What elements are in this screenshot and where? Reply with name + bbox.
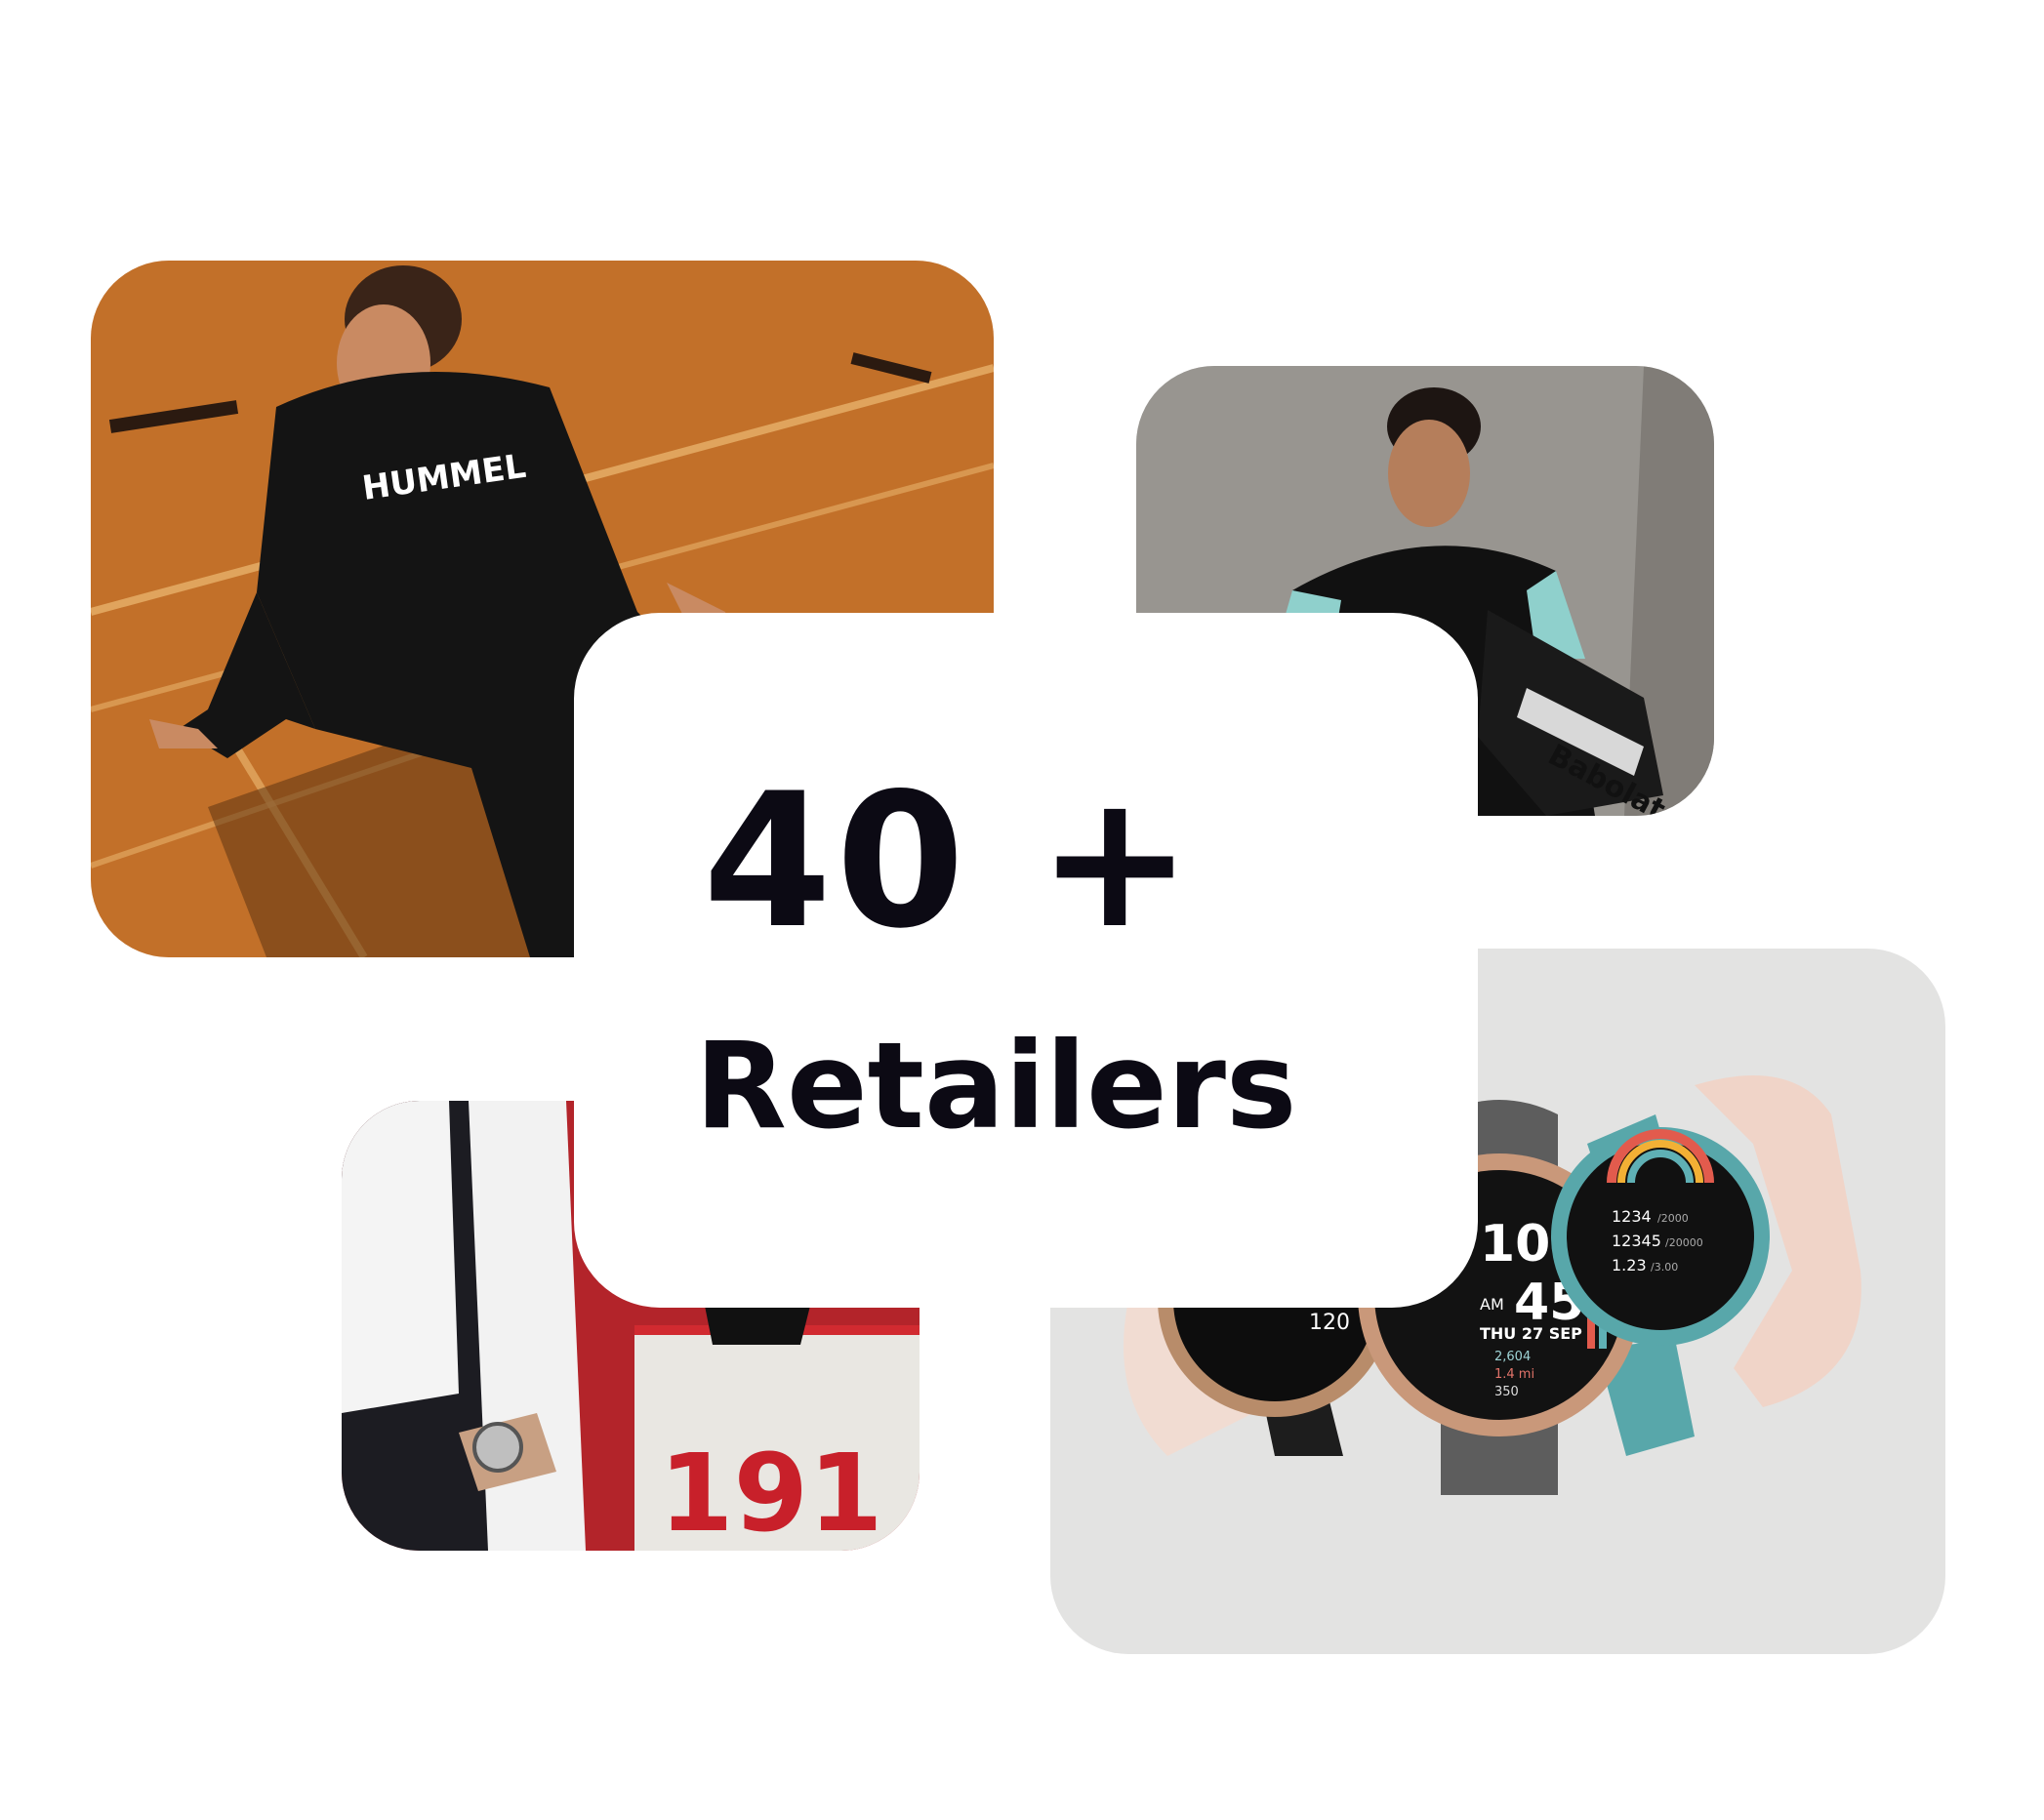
watch-stat-calories: 350 [1494, 1385, 1519, 1399]
watch-goal-2-total: /20000 [1665, 1236, 1703, 1249]
watch-goal-2: 12345 [1612, 1232, 1661, 1250]
jersey-number-text: 191 [659, 1431, 883, 1551]
watch-goal-1-total: /2000 [1657, 1212, 1689, 1225]
watch-goal-1: 1234 [1612, 1207, 1652, 1226]
retailer-label: Retailers [695, 1017, 1297, 1155]
left-watch-value: 120 [1309, 1311, 1350, 1335]
watch-hour: 10 [1480, 1215, 1550, 1274]
watch-date: THU 27 SEP [1480, 1324, 1582, 1343]
watch-goal-3-total: /3.00 [1651, 1261, 1678, 1274]
watch-am-pm: AM [1480, 1295, 1504, 1314]
watch-goal-3: 1.23 [1612, 1256, 1647, 1274]
watch-stat-distance: 1.4 mi [1494, 1367, 1534, 1382]
watch-stat-steps: 2,604 [1494, 1350, 1531, 1364]
retailers-stat-card: 40 + Retailers [574, 613, 1478, 1308]
retailer-count: 40 + [703, 753, 1197, 969]
